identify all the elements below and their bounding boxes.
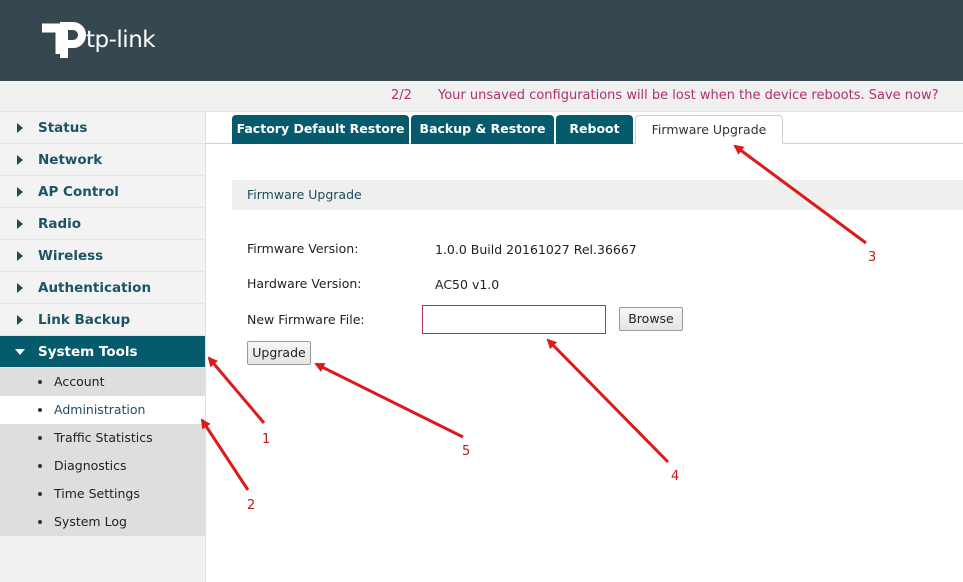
sidebar-item-link-backup[interactable]: Link Backup xyxy=(0,304,205,336)
arrow-2-icon xyxy=(200,418,250,491)
sidebar-item-label: Network xyxy=(38,152,103,168)
arrow-4-icon xyxy=(546,338,670,464)
bullet-icon xyxy=(38,436,42,440)
sidebar-item-system-tools[interactable]: System Tools xyxy=(0,336,205,368)
new-firmware-file-label: New Firmware File: xyxy=(247,312,365,327)
firmware-file-input[interactable] xyxy=(422,305,606,334)
tab-backup-restore[interactable]: Backup & Restore xyxy=(411,115,554,144)
tab-reboot[interactable]: Reboot xyxy=(556,115,633,144)
sidebar-item-label: Status xyxy=(38,120,88,136)
sidebar-item-wireless[interactable]: Wireless xyxy=(0,240,205,272)
section-title: Firmware Upgrade xyxy=(247,187,362,202)
hardware-version-label: Hardware Version: xyxy=(247,276,362,291)
sidebar-item-label: Link Backup xyxy=(38,312,131,328)
annotation-label-4: 4 xyxy=(671,469,680,484)
sidebar-item-label: AP Control xyxy=(38,184,119,200)
submenu-item-label: Administration xyxy=(54,402,146,417)
caret-right-icon xyxy=(17,219,23,229)
annotation-label-1: 1 xyxy=(262,432,271,447)
sidebar-item-status[interactable]: Status xyxy=(0,112,205,144)
annotation-label-3: 3 xyxy=(868,250,877,265)
submenu-item-diagnostics[interactable]: Diagnostics xyxy=(0,452,205,480)
submenu-item-label: Traffic Statistics xyxy=(54,430,153,445)
notice-count: 2/2 xyxy=(391,88,412,103)
tab-firmware-upgrade[interactable]: Firmware Upgrade xyxy=(635,115,783,144)
submenu-item-administration[interactable]: Administration xyxy=(0,396,205,424)
sidebar-item-ap-control[interactable]: AP Control xyxy=(0,176,205,208)
submenu-item-account[interactable]: Account xyxy=(0,368,205,396)
annotation-label-5: 5 xyxy=(462,444,471,459)
caret-down-icon xyxy=(15,349,25,355)
caret-right-icon xyxy=(17,187,23,197)
section-header: Firmware Upgrade xyxy=(232,180,963,210)
submenu-item-label: System Log xyxy=(54,514,127,529)
sidebar: Status Network AP Control Radio Wireless… xyxy=(0,112,206,582)
bullet-icon xyxy=(38,408,42,412)
caret-right-icon xyxy=(17,155,23,165)
bullet-icon xyxy=(38,520,42,524)
brand-name: tp-link xyxy=(86,27,156,53)
caret-right-icon xyxy=(17,315,23,325)
caret-right-icon xyxy=(17,123,23,133)
submenu-item-system-log[interactable]: System Log xyxy=(0,508,205,536)
sidebar-item-radio[interactable]: Radio xyxy=(0,208,205,240)
sidebar-item-label: System Tools xyxy=(38,344,138,360)
sidebar-item-authentication[interactable]: Authentication xyxy=(0,272,205,304)
submenu-item-label: Time Settings xyxy=(54,486,140,501)
bullet-icon xyxy=(38,492,42,496)
arrow-1-icon xyxy=(207,356,266,424)
bullet-icon xyxy=(38,464,42,468)
sidebar-item-label: Radio xyxy=(38,216,82,232)
caret-right-icon xyxy=(17,283,23,293)
upgrade-button[interactable]: Upgrade xyxy=(247,341,311,365)
submenu-item-traffic-statistics[interactable]: Traffic Statistics xyxy=(0,424,205,452)
submenu-item-time-settings[interactable]: Time Settings xyxy=(0,480,205,508)
arrow-5-icon xyxy=(314,362,464,439)
submenu-item-label: Account xyxy=(54,374,105,389)
sidebar-item-network[interactable]: Network xyxy=(0,144,205,176)
annotation-label-2: 2 xyxy=(247,498,256,513)
hardware-version-value: AC50 v1.0 xyxy=(435,277,500,292)
caret-right-icon xyxy=(17,251,23,261)
submenu-item-label: Diagnostics xyxy=(54,458,127,473)
firmware-version-label: Firmware Version: xyxy=(247,241,359,256)
sidebar-item-label: Wireless xyxy=(38,248,104,264)
save-now-link[interactable]: Your unsaved configurations will be lost… xyxy=(438,88,939,103)
firmware-version-value: 1.0.0 Build 20161027 Rel.36667 xyxy=(435,242,637,257)
system-tools-submenu: Account Administration Traffic Statistic… xyxy=(0,368,205,536)
sidebar-item-label: Authentication xyxy=(38,280,152,296)
unsaved-notice-bar: 2/2 Your unsaved configurations will be … xyxy=(0,81,963,112)
bullet-icon xyxy=(38,380,42,384)
tab-factory-default-restore[interactable]: Factory Default Restore xyxy=(232,115,409,144)
top-header: tp-link xyxy=(0,0,963,81)
browse-button[interactable]: Browse xyxy=(619,307,683,331)
